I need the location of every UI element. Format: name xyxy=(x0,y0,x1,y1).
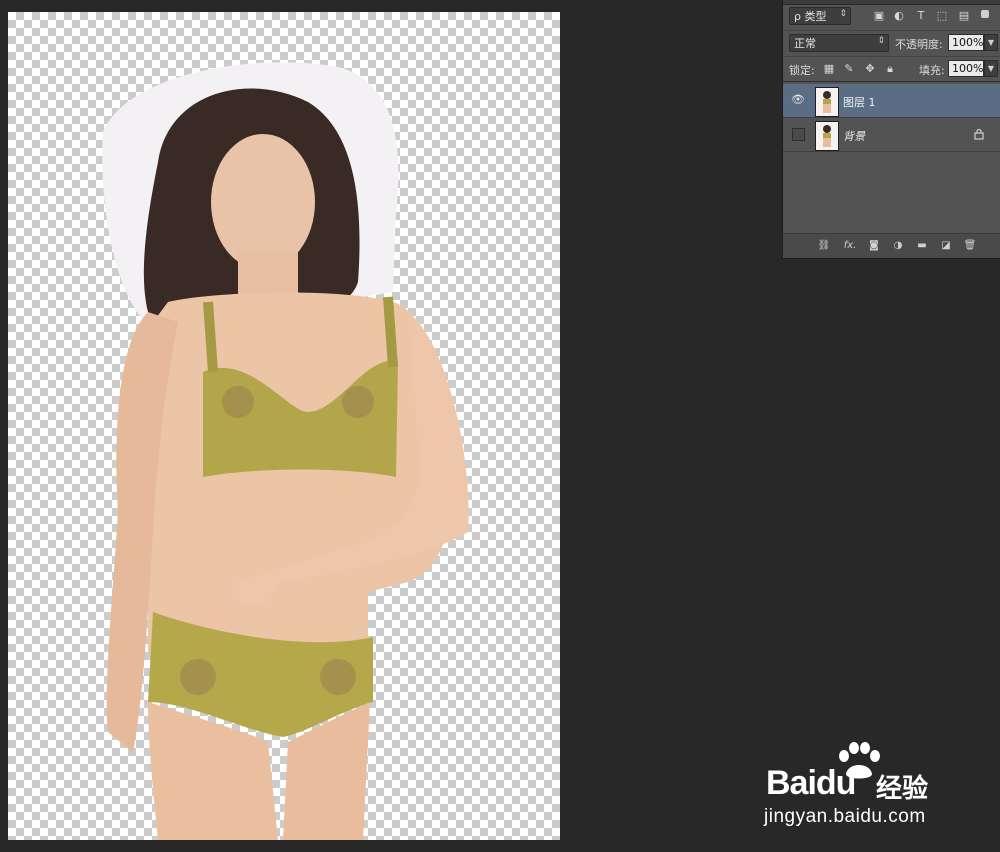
layers-panel: ρ 类型 ⇕ ▣ ◐ T ⬚ ▤ 正常 ⇕ 不透明度: 100% ▼ 锁定: ▦… xyxy=(782,0,1000,259)
lock-icon xyxy=(974,128,984,140)
layer-filter-label: ρ 类型 xyxy=(794,10,827,23)
shape-filter-icon[interactable]: ⬚ xyxy=(936,10,948,22)
lock-image-pixels-icon[interactable]: ✎ xyxy=(843,63,855,75)
layer-thumbnail xyxy=(815,121,839,151)
trash-icon[interactable]: 🗑︎ xyxy=(963,239,977,253)
layers-list: 👁︎ 图层 1 背景 xyxy=(783,81,1000,232)
opacity-field[interactable]: 100% xyxy=(948,34,984,51)
fill-stepper[interactable]: ▼ xyxy=(984,60,998,77)
blend-opacity-row: 正常 ⇕ 不透明度: 100% ▼ xyxy=(783,30,1000,55)
image-filter-icon[interactable]: ▣ xyxy=(873,10,885,22)
chevron-updown-icon: ⇕ xyxy=(877,36,885,46)
photo-layer-image xyxy=(102,62,469,840)
fill-label: 填充: xyxy=(919,64,945,77)
mask-icon[interactable]: ◙ xyxy=(867,239,881,253)
blend-mode-value: 正常 xyxy=(794,37,816,50)
watermark-url: jingyan.baidu.com xyxy=(764,806,926,827)
lock-label: 锁定: xyxy=(789,64,815,77)
layer-thumbnail xyxy=(815,87,839,117)
lock-all-icon[interactable]: 🔒︎ xyxy=(884,63,896,75)
visibility-toggle-empty[interactable] xyxy=(792,128,805,141)
adjustment-filter-icon[interactable]: ◐ xyxy=(893,10,905,22)
layer-name[interactable]: 图层 1 xyxy=(843,94,876,110)
new-layer-icon[interactable]: ◪ xyxy=(939,239,953,253)
type-filter-icon[interactable]: T xyxy=(915,10,927,22)
lock-position-icon[interactable]: ✥ xyxy=(864,63,876,75)
opacity-label: 不透明度: xyxy=(895,38,943,51)
chevron-updown-icon: ⇕ xyxy=(839,9,847,19)
link-icon[interactable]: ⛓︎ xyxy=(817,239,831,253)
adjustment-layer-icon[interactable]: ◑ xyxy=(891,239,905,253)
fill-field[interactable]: 100% xyxy=(948,60,984,77)
layer-filter-dropdown[interactable]: ρ 类型 ⇕ xyxy=(789,7,851,25)
layer-name[interactable]: 背景 xyxy=(843,128,865,144)
lock-transparent-pixels-icon[interactable]: ▦ xyxy=(823,63,835,75)
watermark-brand-cn: 经验 xyxy=(876,774,929,804)
opacity-stepper[interactable]: ▼ xyxy=(984,34,998,51)
layer-row-1[interactable]: 👁︎ 图层 1 xyxy=(783,84,1000,118)
layer-filter-row: ρ 类型 ⇕ ▣ ◐ T ⬚ ▤ xyxy=(783,5,1000,27)
layer-row-background[interactable]: 背景 xyxy=(783,118,1000,152)
document-canvas[interactable] xyxy=(8,12,560,840)
filter-toggle-icon[interactable] xyxy=(981,10,989,18)
fx-icon[interactable]: fx. xyxy=(843,239,857,253)
smart-object-filter-icon[interactable]: ▤ xyxy=(958,10,970,22)
blend-mode-dropdown[interactable]: 正常 ⇕ xyxy=(789,34,889,52)
lock-fill-row: 锁定: ▦ ✎ ✥ 🔒︎ 填充: 100% ▼ xyxy=(783,56,1000,81)
watermark-brand: Baidu xyxy=(766,764,856,802)
layers-panel-footer: ⛓︎ fx. ◙ ◑ ▬ ◪ 🗑︎ xyxy=(783,233,1000,258)
group-folder-icon[interactable]: ▬ xyxy=(915,239,929,253)
eye-visibility-icon[interactable]: 👁︎ xyxy=(791,93,805,107)
baidu-jingyan-watermark: Baidu 经验 jingyan.baidu.com xyxy=(764,742,944,832)
